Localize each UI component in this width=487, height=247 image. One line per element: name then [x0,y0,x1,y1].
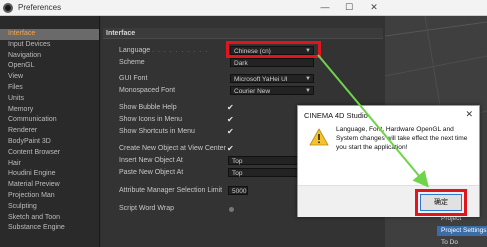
close-icon[interactable]: ✕ [465,109,473,120]
bubble-help-label: Show Bubble Help [119,104,177,111]
gui-font-value: Microsoft YaHei UI [234,76,288,83]
insert-new-label: Insert New Object At [119,157,183,164]
shortcuts-menu-row: Show Shortcuts in Menu [119,127,195,137]
mono-font-value: Courier New [234,88,271,95]
restart-warning-dialog: CINEMA 4D Studio ✕ Language, Font, Hardw… [297,105,480,217]
insert-new-value: Top [232,158,243,165]
create-new-label: Create New Object at View Center [119,145,226,152]
sidebar-item-projection-man[interactable]: Projection Man [0,191,99,202]
sidebar-item-input-devices[interactable]: Input Devices [0,40,99,51]
right-panel-todo[interactable]: To Do [437,238,487,247]
sidebar-item-houdini[interactable]: Houdini Engine [0,169,99,180]
attr-limit-input[interactable]: 5000 [228,186,248,195]
panel-header: Interface [103,28,383,39]
insert-new-dropdown[interactable]: Top [228,156,298,165]
gui-font-row: GUI Font [119,74,147,84]
window-titlebar: Preferences — ☐ ✕ [0,0,487,16]
chevron-down-icon: ▼ [305,88,311,94]
sidebar-item-substance[interactable]: Substance Engine [0,223,99,234]
sidebar-item-renderer[interactable]: Renderer [0,126,99,137]
chevron-down-icon: ▼ [305,76,311,82]
dots: . . . . . . . . . . [152,47,209,54]
language-highlight-box [226,41,321,58]
sidebar-item-opengl[interactable]: OpenGL [0,61,99,72]
icons-menu-checkbox[interactable]: ✔ [227,115,234,125]
maximize-icon[interactable]: ☐ [341,1,357,14]
scheme-value: Dark [234,60,248,67]
sidebar-item-bodypaint[interactable]: BodyPaint 3D [0,137,99,148]
attr-limit-row: Attribute Manager Selection Limit [119,186,222,196]
sidebar-item-files[interactable]: Files [0,83,99,94]
shortcuts-menu-checkbox[interactable]: ✔ [227,127,234,137]
window-title: Preferences [18,3,62,12]
scheme-row: Scheme [119,58,145,68]
icons-menu-row: Show Icons in Menu [119,115,182,125]
gui-font-dropdown[interactable]: Microsoft YaHei UI ▼ [230,74,314,83]
sidebar-item-sketch-toon[interactable]: Sketch and Toon [0,213,99,224]
cinema4d-app-icon [3,3,13,13]
sidebar-item-memory[interactable]: Memory [0,105,99,116]
sidebar-item-navigation[interactable]: Navigation [0,51,99,62]
language-row: Language . . . . . . . . . . [119,46,208,56]
sidebar-item-interface[interactable]: Interface [0,29,99,40]
preferences-sidebar: Interface Input Devices Navigation OpenG… [0,16,100,247]
insert-new-row: Insert New Object At [119,156,183,166]
gui-font-label: GUI Font [119,75,148,82]
attr-limit-label: Attribute Manager Selection Limit [119,187,223,194]
sidebar-item-units[interactable]: Units [0,94,99,105]
paste-new-dropdown[interactable]: Top [228,168,298,177]
ok-highlight-box [415,189,467,216]
language-label: Language [119,47,151,54]
warning-icon [309,128,329,146]
sidebar-item-communication[interactable]: Communication [0,115,99,126]
mono-font-dropdown[interactable]: Courier New ▼ [230,86,314,95]
bubble-help-checkbox[interactable]: ✔ [227,103,234,113]
create-new-checkbox[interactable]: ✔ [227,144,234,154]
script-wrap-row: Script Word Wrap [119,204,174,214]
sidebar-item-material-preview[interactable]: Material Preview [0,180,99,191]
minimize-icon[interactable]: — [317,1,333,14]
mono-font-row: Monospaced Font [119,86,175,96]
dialog-message: Language, Font, Hardware OpenGL and Syst… [336,126,468,151]
sidebar-item-hair[interactable]: Hair [0,159,99,170]
create-new-row: Create New Object at View Center [119,144,226,154]
icons-menu-label: Show Icons in Menu [119,116,183,123]
script-wrap-checkbox[interactable] [229,207,234,212]
paste-new-row: Paste New Object At [119,168,183,178]
paste-new-label: Paste New Object At [119,169,184,176]
scheme-label: Scheme [119,59,145,66]
close-icon[interactable]: ✕ [366,1,382,14]
mono-font-label: Monospaced Font [119,87,176,94]
sidebar-item-sculpting[interactable]: Sculpting [0,202,99,213]
shortcuts-menu-label: Show Shortcuts in Menu [119,128,195,135]
sidebar-top-spacer [0,16,99,29]
scheme-dropdown[interactable]: Dark [230,58,314,67]
sidebar-item-content-browser[interactable]: Content Browser [0,148,99,159]
paste-new-value: Top [232,170,243,177]
dialog-title: CINEMA 4D Studio [304,111,368,120]
sidebar-item-view[interactable]: View [0,72,99,83]
attr-limit-value: 5000 [232,188,247,195]
right-panel-project-settings[interactable]: Project Settings [437,226,487,236]
bubble-help-row: Show Bubble Help [119,103,177,113]
script-wrap-label: Script Word Wrap [119,205,174,212]
